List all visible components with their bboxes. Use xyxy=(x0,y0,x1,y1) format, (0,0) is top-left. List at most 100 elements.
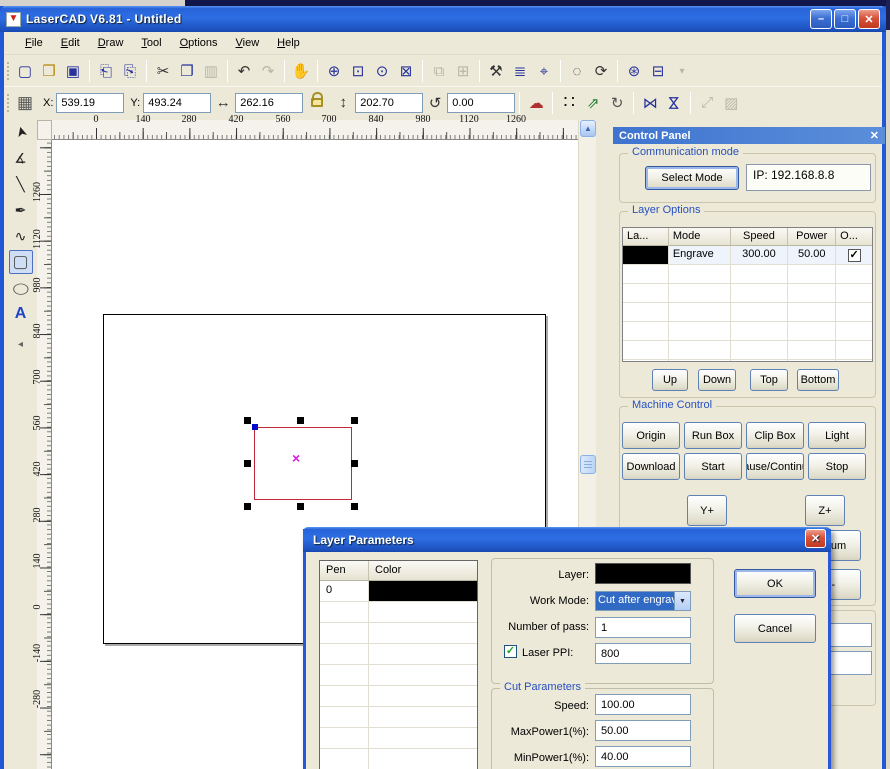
layer-color-preview[interactable] xyxy=(595,563,691,584)
pen-table[interactable]: Pen Color 0 xyxy=(319,560,478,769)
rotate-input[interactable] xyxy=(447,93,515,113)
cut-icon[interactable]: ✂ xyxy=(151,59,175,83)
maximize-button[interactable]: □ xyxy=(834,9,856,29)
laser-ppi-checkbox[interactable] xyxy=(504,645,517,658)
pen-color-swatch[interactable] xyxy=(369,581,477,601)
col-power[interactable]: Power xyxy=(788,228,836,245)
title-bar[interactable]: ▼ LaserCAD V6.81 - Untitled – □ ✕ xyxy=(0,6,886,32)
chevron-down-icon[interactable]: ▼ xyxy=(674,592,690,610)
layer-output-checkbox[interactable] xyxy=(848,249,861,262)
open-file-icon[interactable]: ❒ xyxy=(37,59,61,83)
speed-input[interactable] xyxy=(595,694,691,715)
lock-ratio-icon[interactable] xyxy=(311,98,323,107)
selection-handle[interactable] xyxy=(244,417,251,424)
y-input[interactable] xyxy=(143,93,211,113)
wheel-icon[interactable]: ⊛ xyxy=(622,59,646,83)
zoom-box-icon[interactable]: ⊡ xyxy=(346,59,370,83)
mirror-vertical-icon[interactable]: ⋈ xyxy=(662,91,686,115)
number-of-pass-input[interactable] xyxy=(595,617,691,638)
layer-bottom-button[interactable]: Bottom xyxy=(797,369,839,391)
layer-row[interactable]: Engrave 300.00 50.00 xyxy=(623,246,872,265)
cancel-button[interactable]: Cancel xyxy=(734,614,816,643)
menu-view[interactable]: View xyxy=(227,34,269,52)
col-speed[interactable]: Speed xyxy=(731,228,789,245)
select-mode-button[interactable]: Select Mode xyxy=(645,166,739,190)
start-button[interactable]: Start xyxy=(684,453,742,480)
z-plus-button[interactable]: Z+ xyxy=(805,495,845,526)
layer-down-button[interactable]: Down xyxy=(698,369,736,391)
import-icon[interactable]: ⎗ xyxy=(94,59,118,83)
start-node-marker[interactable] xyxy=(252,424,258,430)
menu-options[interactable]: Options xyxy=(171,34,227,52)
new-file-icon[interactable]: ▢ xyxy=(13,59,37,83)
palette-more-icon[interactable]: ◂ xyxy=(9,332,33,356)
selection-handle[interactable] xyxy=(351,460,358,467)
selection-handle[interactable] xyxy=(297,503,304,510)
line-tool-icon[interactable]: ╲ xyxy=(9,172,33,196)
width-input[interactable] xyxy=(235,93,303,113)
run-box-button[interactable]: Run Box xyxy=(684,422,742,449)
toolbar-grip[interactable] xyxy=(7,62,10,80)
pan-hand-icon[interactable]: ✋ xyxy=(289,59,313,83)
col-output[interactable]: O... xyxy=(836,228,872,245)
weld-icon[interactable]: ☁ xyxy=(524,91,548,115)
toolbar-grip2[interactable] xyxy=(7,94,10,112)
col-layer[interactable]: La... xyxy=(623,228,669,245)
work-mode-combobox[interactable]: Cut after engrav ▼ xyxy=(595,591,691,611)
origin-button[interactable]: Origin xyxy=(622,422,680,449)
control-panel-close-icon[interactable]: ✕ xyxy=(870,129,879,142)
y-plus-button[interactable]: Y+ xyxy=(687,495,727,526)
menu-edit[interactable]: Edit xyxy=(52,34,89,52)
tool-hammer-icon[interactable]: ⚒ xyxy=(484,59,508,83)
object-pick-icon[interactable]: ⌖ xyxy=(532,59,556,83)
layer-power[interactable]: 50.00 xyxy=(788,246,836,264)
selection-handle[interactable] xyxy=(351,417,358,424)
close-button[interactable]: ✕ xyxy=(858,9,880,29)
pen-tool-icon[interactable]: ✒ xyxy=(9,198,33,222)
ok-button[interactable]: OK xyxy=(734,569,816,598)
scroll-up-icon[interactable]: ▲ xyxy=(580,120,596,137)
height-input[interactable] xyxy=(355,93,423,113)
hand-rotate-icon[interactable]: ↻ xyxy=(605,91,629,115)
node-edit-tool-icon[interactable]: ∡ xyxy=(9,146,33,170)
toolbar-overflow-icon[interactable]: ▾ xyxy=(670,59,694,83)
clip-box-button[interactable]: Clip Box xyxy=(746,422,804,449)
rotate-circle-icon[interactable]: ⟳ xyxy=(589,59,613,83)
layer-up-button[interactable]: Up xyxy=(652,369,688,391)
anchor-grid-icon[interactable]: ▦ xyxy=(13,91,37,115)
selection-handle[interactable] xyxy=(297,417,304,424)
undo-icon[interactable]: ↶ xyxy=(232,59,256,83)
ungroup-icon[interactable]: ⇗ xyxy=(581,91,605,115)
layer-table[interactable]: La... Mode Speed Power O... Engrave 300.… xyxy=(622,227,873,362)
x-input[interactable] xyxy=(56,93,124,113)
export-icon[interactable]: ⎘ xyxy=(118,59,142,83)
text-tool-icon[interactable]: A xyxy=(9,302,33,326)
zoom-in-out-icon[interactable]: ⊕ xyxy=(322,59,346,83)
download-button[interactable]: Download xyxy=(622,453,680,480)
selection-handle[interactable] xyxy=(244,460,251,467)
maxpower-input[interactable] xyxy=(595,720,691,741)
zoom-page-icon[interactable]: ⊠ xyxy=(394,59,418,83)
dialog-close-icon[interactable]: ✕ xyxy=(805,529,826,548)
scroll-thumb[interactable] xyxy=(580,455,596,474)
selection-handle[interactable] xyxy=(351,503,358,510)
rectangle-tool-icon[interactable]: ▢ xyxy=(9,250,33,274)
selection-handle[interactable] xyxy=(244,503,251,510)
dialog-title-bar[interactable]: Layer Parameters ✕ xyxy=(303,527,831,552)
menu-tool[interactable]: Tool xyxy=(132,34,170,52)
light-button[interactable]: Light xyxy=(808,422,866,449)
pen-row[interactable]: 0 xyxy=(320,581,477,602)
col-pen[interactable]: Pen xyxy=(320,561,369,580)
menu-draw[interactable]: Draw xyxy=(89,34,133,52)
selected-rectangle[interactable] xyxy=(254,427,352,500)
mirror-horizontal-icon[interactable]: ⋈ xyxy=(638,91,662,115)
pen-number[interactable]: 0 xyxy=(320,581,369,601)
simulate-monitor-icon[interactable]: ⊟ xyxy=(646,59,670,83)
ellipse-tool-icon[interactable]: ◯ xyxy=(7,278,33,297)
layer-list-icon[interactable]: ≣ xyxy=(508,59,532,83)
node-circle-icon[interactable]: ◌ xyxy=(565,59,589,83)
copy-icon[interactable]: ❐ xyxy=(175,59,199,83)
menu-help[interactable]: Help xyxy=(268,34,309,52)
menu-file[interactable]: File xyxy=(16,34,52,52)
layer-color-swatch[interactable] xyxy=(623,246,669,264)
